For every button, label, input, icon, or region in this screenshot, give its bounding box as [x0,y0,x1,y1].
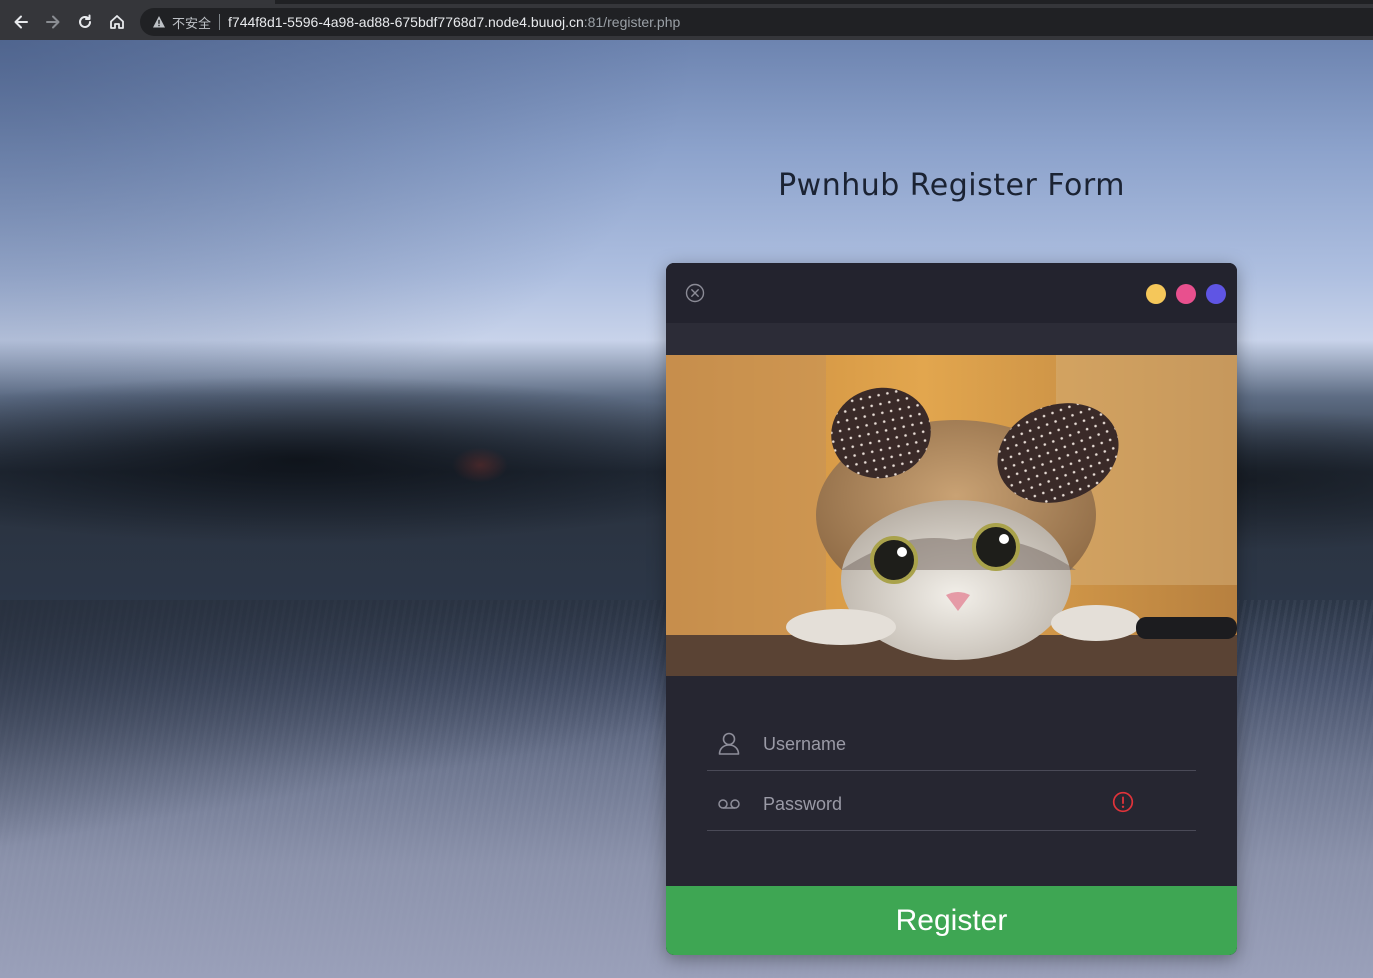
username-field [707,715,1196,771]
url-path[interactable]: :81/register.php [584,14,681,30]
reload-icon [79,14,91,28]
kitten-photo [666,355,1237,676]
active-tab-edge [0,0,275,4]
pink-dot [1176,284,1196,304]
back-button[interactable] [8,9,34,35]
key-icon [718,799,740,809]
page-title: Pwnhub Register Form [778,168,1125,203]
home-button[interactable] [104,9,130,35]
security-status[interactable]: 不安全 [172,13,211,32]
register-card: Register [666,263,1237,955]
password-field [707,775,1196,831]
register-button[interactable]: Register [666,886,1237,955]
warning-icon[interactable] [152,15,166,29]
header-band [666,323,1237,355]
sky-shade [0,40,700,460]
user-icon [718,732,740,755]
alert-icon [1112,791,1134,813]
yellow-dot [1146,284,1166,304]
browser-toolbar: 不安全 f744f8d1-5596-4a98-ad88-675bdf7768d7… [0,0,1373,40]
home-icon [110,15,124,29]
close-icon[interactable] [685,283,705,303]
address-bar[interactable]: 不安全 f744f8d1-5596-4a98-ad88-675bdf7768d7… [140,8,1373,36]
forward-button[interactable] [40,9,66,35]
back-icon [14,15,28,29]
purple-dot [1206,284,1226,304]
url-host[interactable]: f744f8d1-5596-4a98-ad88-675bdf7768d7.nod… [228,14,584,30]
username-input[interactable] [761,725,1125,763]
reload-button[interactable] [72,9,98,35]
forward-icon [46,15,60,29]
card-header [666,263,1237,323]
password-input[interactable] [761,785,1125,823]
omnibox-divider [219,14,221,30]
